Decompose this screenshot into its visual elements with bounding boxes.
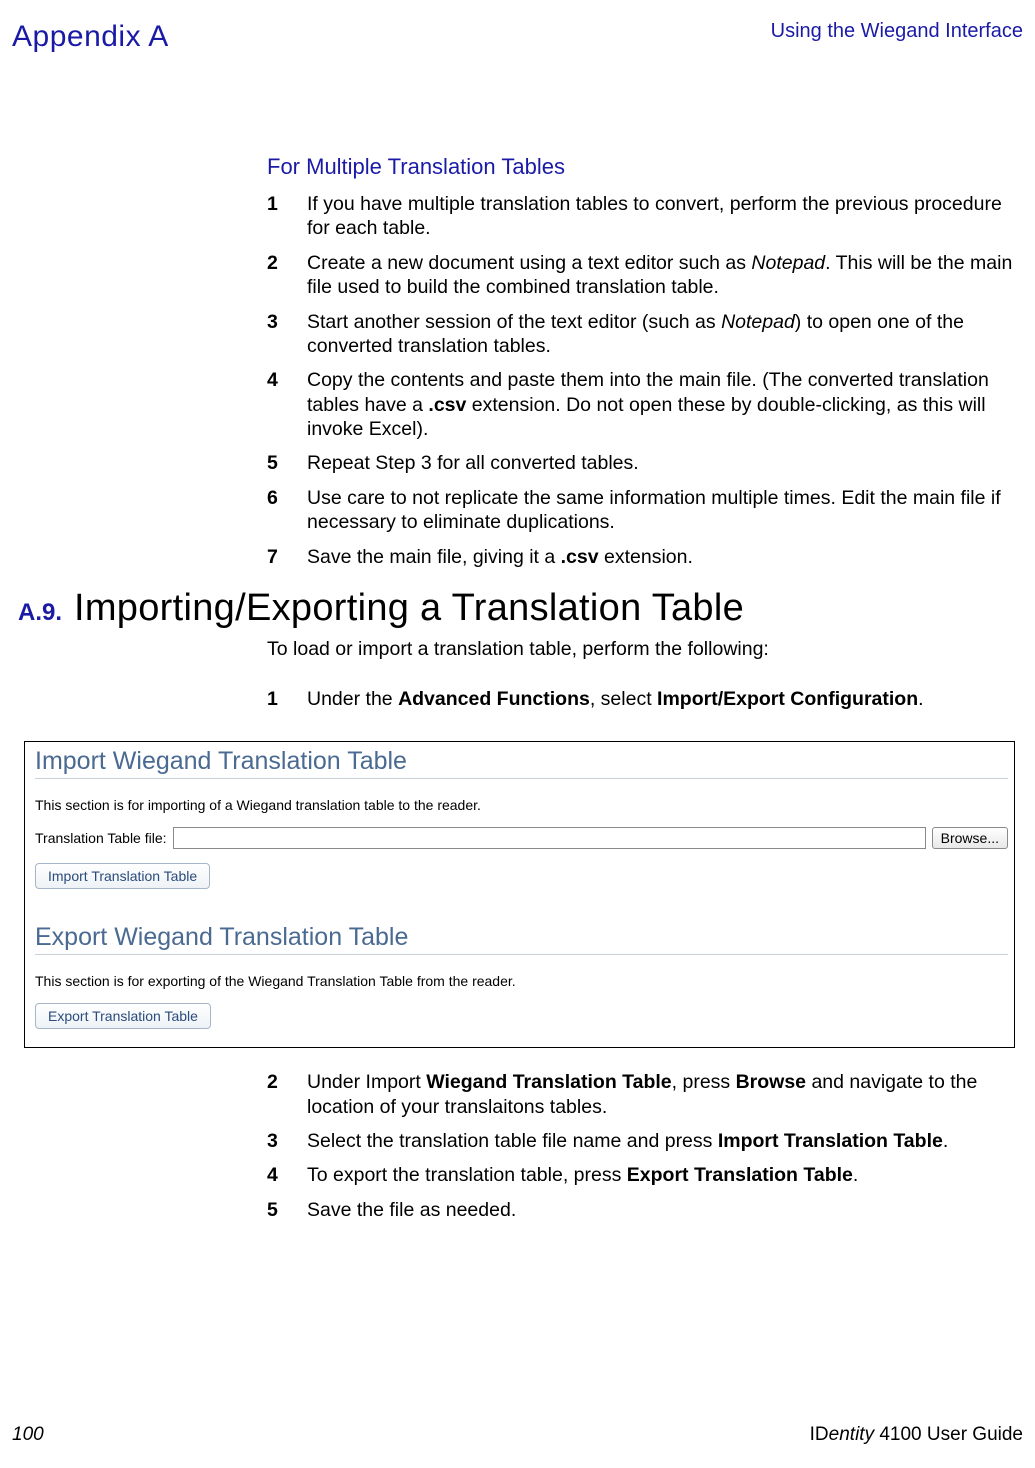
figure-heading-export: Export Wiegand Translation Table (35, 923, 1008, 955)
list-item: 5 Save the file as needed. (267, 1198, 1013, 1222)
list-item: 6 Use care to not replicate the same inf… (267, 486, 1013, 535)
step-text: Under Import Wiegand Translation Table, … (307, 1070, 1013, 1119)
multiple-tables-steps: 1 If you have multiple translation table… (267, 192, 1013, 569)
page-number: 100 (12, 1424, 44, 1446)
step-number: 3 (267, 310, 307, 359)
figure-heading-import: Import Wiegand Translation Table (35, 747, 1008, 779)
step-text: Use care to not replicate the same infor… (307, 486, 1013, 535)
step-number: 7 (267, 545, 307, 569)
step-number: 4 (267, 1163, 307, 1187)
appendix-label: Appendix A (12, 20, 169, 54)
import-translation-table-button[interactable]: Import Translation Table (35, 863, 210, 889)
step-number: 2 (267, 1070, 307, 1119)
guide-name: IDentity 4100 User Guide (810, 1424, 1023, 1446)
page-header: Appendix A Using the Wiegand Interface (12, 20, 1023, 54)
file-input-label: Translation Table file: (35, 830, 167, 846)
step-number: 3 (267, 1129, 307, 1153)
step-text: Under the Advanced Functions, select Imp… (307, 687, 1013, 711)
step-number: 6 (267, 486, 307, 535)
step-text: Select the translation table file name a… (307, 1129, 1013, 1153)
list-item: 2 Create a new document using a text edi… (267, 251, 1013, 300)
step-number: 4 (267, 368, 307, 441)
list-item: 4 To export the translation table, press… (267, 1163, 1013, 1187)
import-export-steps-part2: 2 Under Import Wiegand Translation Table… (267, 1070, 1013, 1222)
figure-desc-export: This section is for exporting of the Wie… (35, 973, 1008, 989)
step-number: 5 (267, 451, 307, 475)
step-text: Save the file as needed. (307, 1198, 1013, 1222)
list-item: 5 Repeat Step 3 for all converted tables… (267, 451, 1013, 475)
browse-button[interactable]: Browse... (932, 827, 1008, 849)
step-number: 1 (267, 192, 307, 241)
page-footer: 100 IDentity 4100 User Guide (12, 1424, 1023, 1446)
list-item: 1 If you have multiple translation table… (267, 192, 1013, 241)
translation-table-file-input[interactable] (173, 827, 926, 849)
section-number: A.9. (12, 599, 74, 627)
figure-desc-import: This section is for importing of a Wiega… (35, 797, 1008, 813)
list-item: 3 Start another session of the text edit… (267, 310, 1013, 359)
step-number: 1 (267, 687, 307, 711)
step-number: 5 (267, 1198, 307, 1222)
step-text: If you have multiple translation tables … (307, 192, 1013, 241)
section-intro: To load or import a translation table, p… (267, 638, 1013, 661)
list-item: 3 Select the translation table file name… (267, 1129, 1013, 1153)
step-text: Create a new document using a text edito… (307, 251, 1013, 300)
step-number: 2 (267, 251, 307, 300)
list-item: 7 Save the main file, giving it a .csv e… (267, 545, 1013, 569)
list-item: 1 Under the Advanced Functions, select I… (267, 687, 1013, 711)
file-input-row: Translation Table file: Browse... (35, 827, 1008, 849)
figure-import-export: Import Wiegand Translation Table This se… (24, 741, 1015, 1048)
sub-heading-multiple-tables: For Multiple Translation Tables (267, 154, 1013, 180)
step-text: Save the main file, giving it a .csv ext… (307, 545, 1013, 569)
header-topic: Using the Wiegand Interface (771, 20, 1023, 43)
step-text: Copy the contents and paste them into th… (307, 368, 1013, 441)
list-item: 4 Copy the contents and paste them into … (267, 368, 1013, 441)
section-heading-row: A.9. Importing/Exporting a Translation T… (12, 587, 1013, 630)
main-content: For Multiple Translation Tables 1 If you… (12, 154, 1023, 1222)
export-translation-table-button[interactable]: Export Translation Table (35, 1003, 211, 1029)
step-text: Start another session of the text editor… (307, 310, 1013, 359)
import-export-steps-part1: 1 Under the Advanced Functions, select I… (267, 687, 1013, 711)
step-text: To export the translation table, press E… (307, 1163, 1013, 1187)
list-item: 2 Under Import Wiegand Translation Table… (267, 1070, 1013, 1119)
step-text: Repeat Step 3 for all converted tables. (307, 451, 1013, 475)
section-title: Importing/Exporting a Translation Table (74, 587, 744, 630)
